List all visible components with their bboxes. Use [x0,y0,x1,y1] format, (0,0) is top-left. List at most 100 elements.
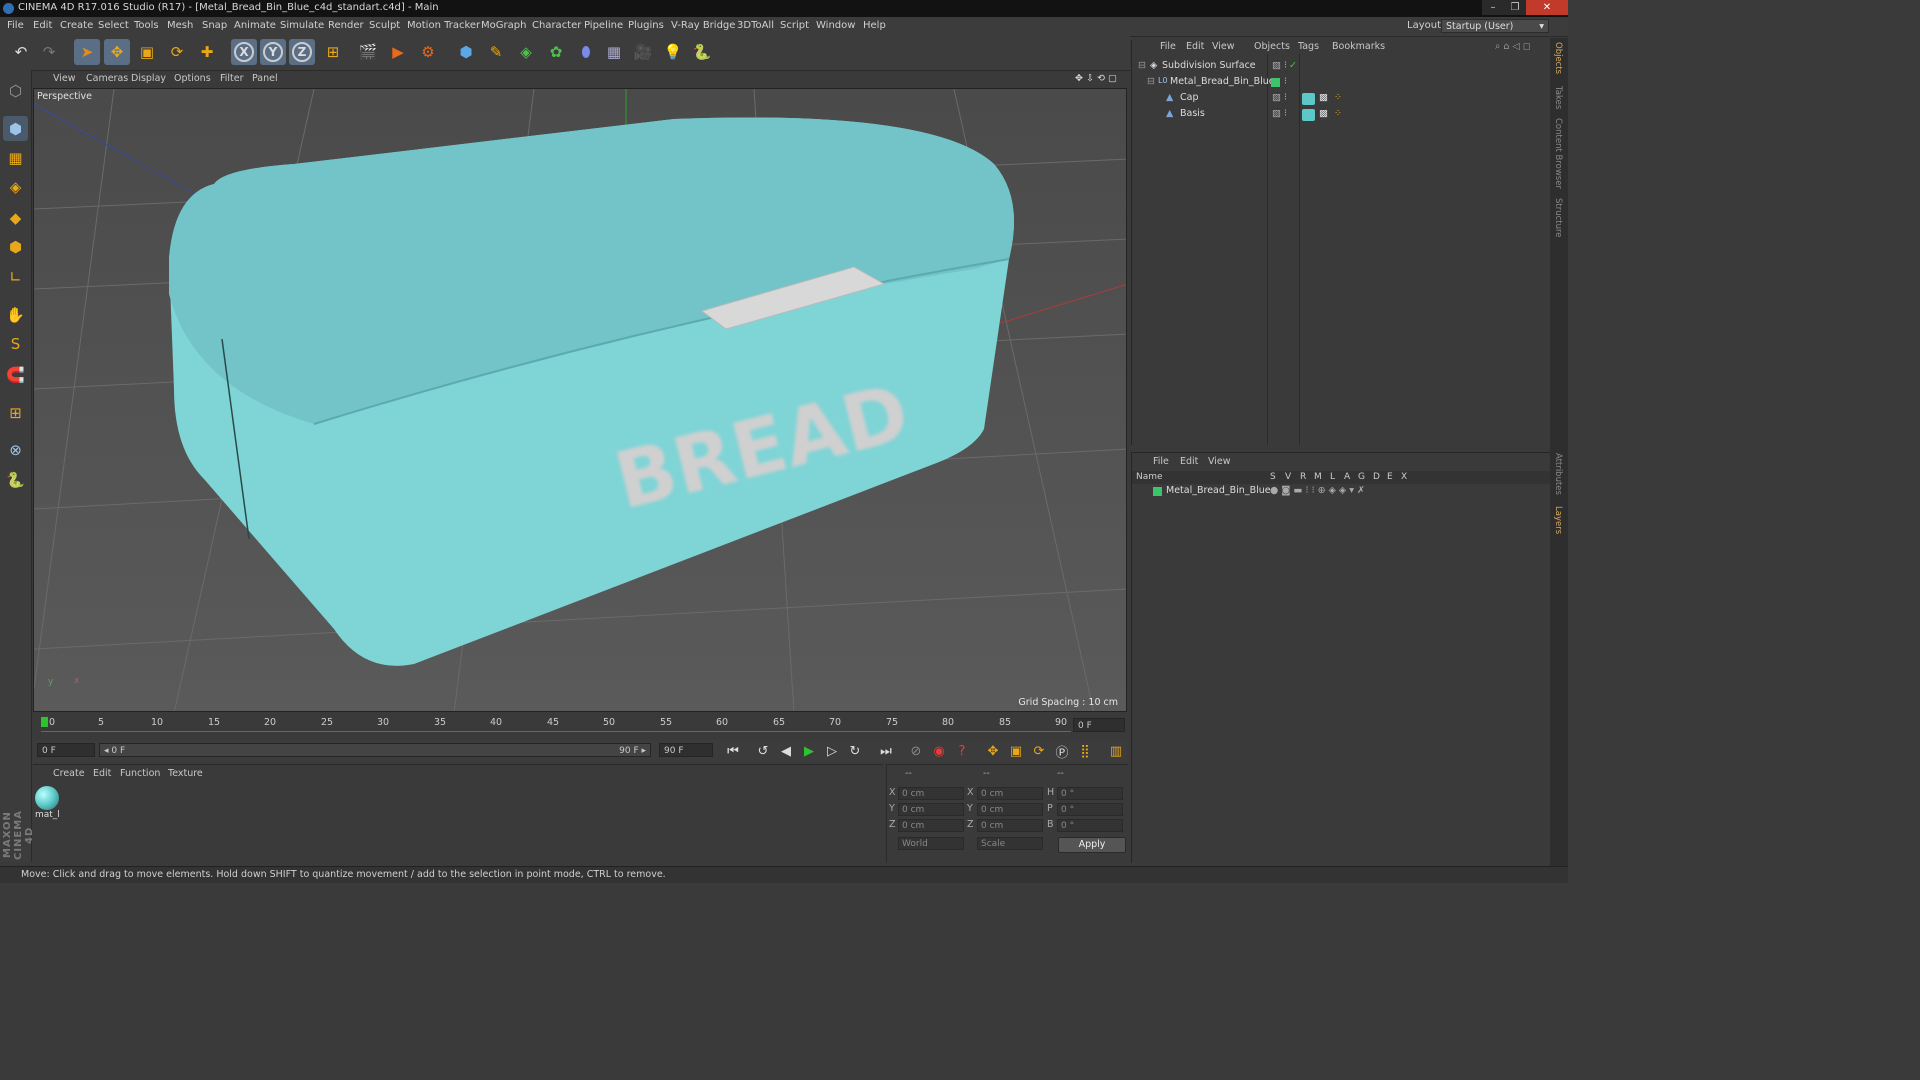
tab-content-browser[interactable]: Content Browser [1553,118,1563,189]
object-menu-edit[interactable]: Edit [1186,41,1204,52]
y-axis-lock-button[interactable]: Y [260,39,286,65]
coordinate-mode-select[interactable]: Scale [977,837,1043,850]
object-menu-view[interactable]: View [1212,41,1235,52]
pen-spline-button[interactable]: ✎ [483,39,509,65]
play-button[interactable]: ▶ [799,741,819,761]
menu-create[interactable]: Create [60,20,93,31]
motion-record-icon[interactable]: ⊘ [906,741,926,761]
redo-button[interactable]: ↷ [36,39,62,65]
undo-button[interactable]: ↶ [8,39,34,65]
object-row-cap[interactable]: ▲ Cap ▨ ⁝ ▩ ⁘ [1132,92,1550,108]
current-frame-field[interactable]: 0 F [1073,718,1125,732]
rotation-p-field[interactable]: 0 ° [1057,803,1123,816]
minimize-button[interactable]: – [1482,0,1504,15]
menu-3dtoall[interactable]: 3DToAll [737,20,774,31]
start-frame-field[interactable]: 0 F [37,743,95,757]
viewport-menu-view[interactable]: View [53,73,76,84]
render-picture-viewer-button[interactable]: ▶ [385,39,411,65]
object-search-icon[interactable]: ⌕ ⌂ ◁ ◻ [1495,41,1531,52]
object-row-metal-bread-bin[interactable]: ⊟ L0 Metal_Bread_Bin_Blue ⁝ [1132,76,1550,92]
next-key-button[interactable]: ↻ [845,741,865,761]
enabled-check-icon[interactable]: ✓ [1289,60,1297,71]
visibility-dots-icon[interactable]: ▨ ⁝ [1272,92,1287,103]
menu-file[interactable]: File [7,20,24,31]
texture-tag-icon[interactable]: ▩ [1319,92,1328,103]
auto-keying-icon[interactable]: ? [952,741,972,761]
rotation-h-field[interactable]: 0 ° [1057,787,1123,800]
go-to-start-button[interactable]: ⏮ [723,741,743,761]
timeline-ruler[interactable]: 0 5 10 15 20 25 30 35 40 45 50 55 60 65 … [33,713,1127,740]
floor-button[interactable]: ▦ [601,39,627,65]
coordinate-space-select[interactable]: World [898,837,964,850]
layer-toggles-icon[interactable]: ● ◙ ▬ ⁝ ⁝ ⊕ ◈ ◈ ▾ ✗ [1270,485,1365,496]
scale-tool-button[interactable]: ▣ [134,39,160,65]
camera-button[interactable]: 🎥 [630,39,656,65]
end-frame-field[interactable]: 90 F [659,743,713,757]
material-menu-texture[interactable]: Texture [168,768,203,779]
size-x-field[interactable]: 0 cm [977,787,1043,800]
polygons-mode-icon[interactable]: ∟ [3,264,28,289]
apply-button[interactable]: Apply [1058,837,1126,853]
menu-sculpt[interactable]: Sculpt [369,20,400,31]
texture-tag-icon[interactable]: ▩ [1319,108,1328,119]
viewport-navigate-icon[interactable]: ✥ ⇩ ⟲ ▢ [1075,73,1117,84]
object-menu-objects[interactable]: Objects [1254,41,1290,52]
menu-tools[interactable]: Tools [134,20,159,31]
edges-mode-icon[interactable]: ⬢ [3,234,28,259]
viewport-menu-cameras[interactable]: Cameras [86,73,128,84]
viewport-menu-panel[interactable]: Panel [252,73,278,84]
layer-menu-view[interactable]: View [1208,456,1231,467]
close-button[interactable]: ✕ [1526,0,1568,15]
object-menu-bookmarks[interactable]: Bookmarks [1332,41,1385,52]
move-tool-button[interactable]: ✥ [104,39,130,65]
material-menu-edit[interactable]: Edit [93,768,111,779]
menu-motion-tracker[interactable]: Motion Tracker [407,20,480,31]
model-mode-icon[interactable]: ⬢ [3,116,28,141]
rotate-tool-button[interactable]: ⟳ [164,39,190,65]
size-z-field[interactable]: 0 cm [977,819,1043,832]
menu-vray-bridge[interactable]: V-Ray Bridge [671,20,735,31]
tweak-mode-icon[interactable]: S [3,331,28,356]
material-tag-icon[interactable] [1302,109,1315,121]
collapse-icon[interactable]: ⊟ [1147,76,1155,87]
uvw-tag-icon[interactable]: ⁘ [1334,92,1342,103]
object-row-subdivision-surface[interactable]: ⊟ ◈ Subdivision Surface ▨ ⁝ ✓ [1132,60,1550,76]
viewport-menu-filter[interactable]: Filter [220,73,244,84]
live-selection-button[interactable]: ✚ [194,39,220,65]
add-cube-button[interactable]: ⬢ [453,39,479,65]
points-mode-icon[interactable]: ◆ [3,205,28,230]
rotation-b-field[interactable]: 0 ° [1057,819,1123,832]
menu-help[interactable]: Help [863,20,886,31]
z-axis-lock-button[interactable]: Z [289,39,315,65]
menu-mesh[interactable]: Mesh [167,20,193,31]
object-row-basis[interactable]: ▲ Basis ▨ ⁝ ▩ ⁘ [1132,108,1550,124]
render-view-button[interactable]: 🎬 [355,39,381,65]
texture-mode-icon[interactable]: ▦ [3,145,28,170]
visibility-dots-icon[interactable]: ▨ ⁝ [1272,108,1287,119]
deformer-button[interactable]: ⬮ [573,39,599,65]
key-rotation-icon[interactable]: ⟳ [1029,741,1049,761]
visibility-dots-icon[interactable]: ⁝ [1284,76,1287,87]
layer-menu-edit[interactable]: Edit [1180,456,1198,467]
previous-frame-button[interactable]: ◀ [776,741,796,761]
collapse-icon[interactable]: ⊟ [1138,60,1146,71]
tab-attributes[interactable]: Attributes [1553,453,1563,495]
menu-edit[interactable]: Edit [33,20,52,31]
visibility-dots-icon[interactable]: ▨ ⁝ [1272,60,1287,71]
object-menu-tags[interactable]: Tags [1298,41,1319,52]
tab-objects[interactable]: Objects [1553,42,1563,74]
position-z-field[interactable]: 0 cm [898,819,964,832]
tab-layers[interactable]: Layers [1553,506,1563,534]
layout-select[interactable]: Startup (User) ▾ [1441,19,1549,33]
position-y-field[interactable]: 0 cm [898,803,964,816]
subdivision-surface-button[interactable]: ◈ [513,39,539,65]
layer-menu-file[interactable]: File [1153,456,1169,467]
solo-mode-icon[interactable]: 🐍 [3,467,28,492]
menu-render[interactable]: Render [328,20,364,31]
3d-viewport[interactable]: BREAD y x Perspective Grid Spacing : 10 … [33,88,1127,712]
key-parameter-icon[interactable]: Ⓟ [1052,741,1072,761]
viewport-menu-options[interactable]: Options [174,73,211,84]
snapping-icon[interactable]: 🧲 [3,362,28,387]
material-name[interactable]: mat_l [35,810,60,820]
menu-simulate[interactable]: Simulate [280,20,324,31]
